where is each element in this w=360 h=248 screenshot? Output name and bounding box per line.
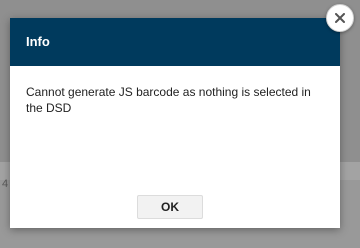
ok-button[interactable]: OK [137,195,203,219]
close-button[interactable] [326,4,354,32]
close-icon [335,13,345,23]
dialog-header: Info [10,18,340,66]
info-dialog: Info Cannot generate JS barcode as nothi… [10,18,340,228]
background-partial-text: 4 [2,178,9,190]
dialog-title: Info [26,34,50,49]
dialog-message: Cannot generate JS barcode as nothing is… [26,85,311,115]
